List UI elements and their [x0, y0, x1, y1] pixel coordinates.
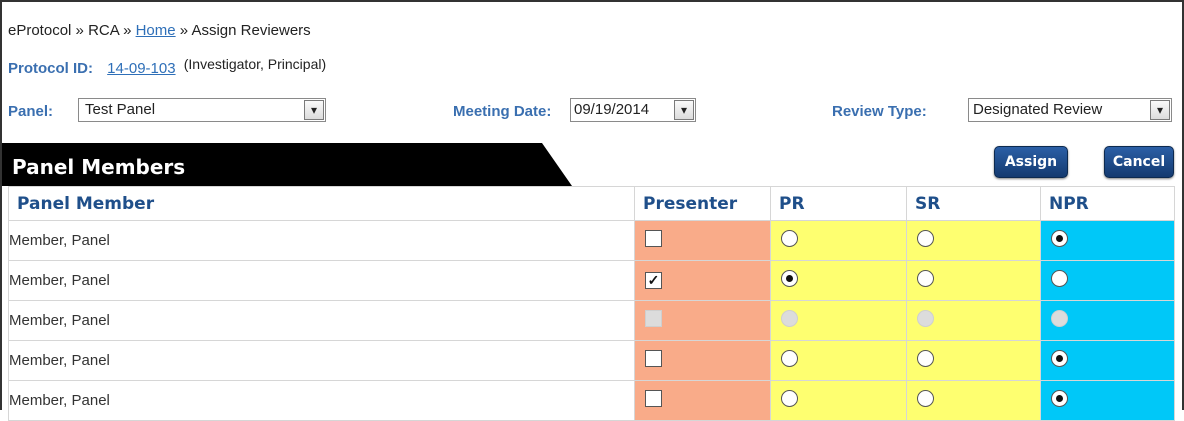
presenter-checkbox[interactable]: ✓: [645, 272, 662, 289]
breadcrumb-eprotocol: eProtocol: [8, 22, 72, 39]
member-name: Member, Panel: [8, 340, 635, 381]
breadcrumb-rca: RCA: [88, 22, 119, 39]
breadcrumb-separator: »: [179, 22, 189, 39]
npr-radio[interactable]: [1051, 270, 1068, 287]
protocol-id-link[interactable]: 14-09-103: [107, 60, 175, 77]
presenter-cell: [634, 220, 771, 261]
pr-radio[interactable]: [781, 270, 798, 287]
member-name: Member, Panel: [8, 260, 635, 301]
npr-radio[interactable]: [1051, 390, 1068, 407]
sr-cell: [906, 300, 1041, 341]
column-header-sr: SR: [906, 186, 1041, 221]
presenter-checkbox[interactable]: [645, 230, 662, 247]
meeting-date-select[interactable]: 09/19/2014 ▾: [570, 98, 696, 122]
pr-cell: [770, 220, 907, 261]
filter-bar: Panel: Test Panel ▾ Meeting Date: 09/19/…: [8, 98, 1178, 126]
member-name: Member, Panel: [8, 220, 635, 261]
section-title: Panel Members: [12, 155, 186, 179]
pr-radio[interactable]: [781, 230, 798, 247]
protocol-role: (Investigator, Principal): [183, 56, 327, 72]
breadcrumb-home-link[interactable]: Home: [136, 22, 176, 39]
breadcrumb-separator: »: [123, 22, 132, 39]
column-header-presenter: Presenter: [634, 186, 771, 221]
chevron-down-icon[interactable]: ▾: [304, 100, 324, 120]
sr-cell: [906, 380, 1041, 421]
npr-cell: [1040, 380, 1175, 421]
panel-select[interactable]: Test Panel ▾: [78, 98, 326, 122]
pr-radio[interactable]: [781, 390, 798, 407]
npr-radio[interactable]: [1051, 350, 1068, 367]
panel-members-table: Panel Member Presenter PR SR NPR Member,…: [8, 186, 1175, 421]
column-header-panel-member: Panel Member: [8, 186, 635, 221]
pr-radio[interactable]: [781, 350, 798, 367]
sr-radio[interactable]: [917, 390, 934, 407]
sr-radio[interactable]: [917, 270, 934, 287]
sr-cell: [906, 340, 1041, 381]
cancel-button[interactable]: Cancel: [1104, 146, 1174, 178]
chevron-down-icon[interactable]: ▾: [674, 100, 694, 120]
chevron-down-icon[interactable]: ▾: [1150, 100, 1170, 120]
review-type-select[interactable]: Designated Review ▾: [968, 98, 1172, 122]
sr-radio[interactable]: [917, 230, 934, 247]
npr-radio: [1051, 310, 1068, 327]
npr-cell: [1040, 220, 1175, 261]
protocol-info: Protocol ID: 14-09-103 (Investigator, Pr…: [8, 56, 326, 77]
protocol-id-label: Protocol ID:: [8, 60, 93, 77]
presenter-checkbox[interactable]: [645, 350, 662, 367]
member-name: Member, Panel: [8, 300, 635, 341]
presenter-checkbox[interactable]: [645, 390, 662, 407]
review-type-value: Designated Review: [973, 101, 1103, 118]
sr-cell: [906, 260, 1041, 301]
presenter-cell: [634, 300, 771, 341]
pr-cell: [770, 340, 907, 381]
pr-cell: [770, 380, 907, 421]
meeting-date-label: Meeting Date:: [453, 103, 552, 120]
meeting-date-value: 09/19/2014: [574, 101, 650, 118]
presenter-cell: [634, 340, 771, 381]
pr-cell: [770, 300, 907, 341]
assign-button[interactable]: Assign: [994, 146, 1068, 178]
table-row: Member, Panel ✓: [8, 260, 1175, 301]
member-name: Member, Panel: [8, 380, 635, 421]
breadcrumb-current: Assign Reviewers: [191, 22, 311, 39]
sr-cell: [906, 220, 1041, 261]
pr-radio: [781, 310, 798, 327]
column-header-npr: NPR: [1040, 186, 1175, 221]
pr-cell: [770, 260, 907, 301]
table-row: Member, Panel: [8, 220, 1175, 261]
column-header-pr: PR: [770, 186, 907, 221]
npr-cell: [1040, 300, 1175, 341]
sr-radio[interactable]: [917, 350, 934, 367]
npr-cell: [1040, 260, 1175, 301]
table-row: Member, Panel: [8, 340, 1175, 381]
table-row: Member, Panel: [8, 380, 1175, 421]
panel-select-value: Test Panel: [85, 101, 156, 118]
presenter-cell: ✓: [634, 260, 771, 301]
presenter-cell: [634, 380, 771, 421]
table-row: Member, Panel: [8, 300, 1175, 341]
presenter-checkbox: [645, 310, 662, 327]
npr-radio[interactable]: [1051, 230, 1068, 247]
npr-cell: [1040, 340, 1175, 381]
review-type-label: Review Type:: [832, 103, 927, 120]
panel-label: Panel:: [8, 103, 54, 120]
table-header-row: Panel Member Presenter PR SR NPR: [8, 186, 1175, 221]
breadcrumb-separator: »: [75, 22, 84, 39]
sr-radio: [917, 310, 934, 327]
breadcrumb: eProtocol » RCA » Home » Assign Reviewer…: [8, 22, 311, 39]
